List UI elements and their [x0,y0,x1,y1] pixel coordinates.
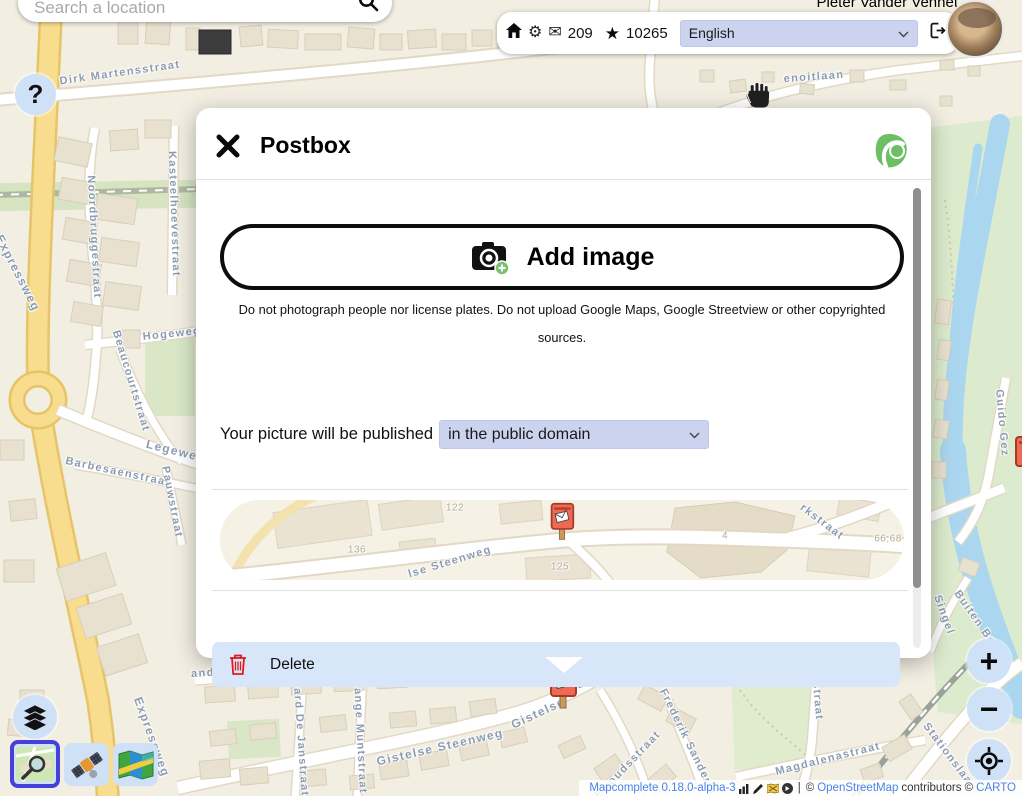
trash-icon [228,653,248,676]
delete-label: Delete [270,656,315,674]
logout-icon[interactable] [928,21,947,45]
divider [212,590,908,591]
help-button[interactable]: ? [15,74,56,115]
attribution-bar: Mapcomplete 0.18.0-alpha-3 | © OpenStree… [579,780,1022,796]
satellite-icon [69,748,105,782]
locate-button[interactable] [967,739,1011,783]
osm-link[interactable]: OpenStreetMap [817,782,898,794]
popup-body: Add image Do not photograph people nor l… [196,180,931,657]
search-icon[interactable] [356,0,380,18]
popup-header: Postbox [196,108,931,180]
stats-icon [739,783,750,794]
license-select[interactable]: in the public domain [439,420,709,449]
street-label: lse Steenweg [407,544,493,580]
postbox-popup: Postbox [196,108,931,658]
layers-icon [21,704,49,730]
zoom-out-button[interactable]: − [967,687,1011,731]
crosshair-icon [974,746,1004,776]
background-choice-satellite[interactable] [64,743,109,786]
chevron-down-icon [898,25,909,41]
pencil-icon [753,783,764,794]
osm-map-icon [15,746,55,782]
location-minimap[interactable]: 122 136 lse Steenweg 125 4 rkstraat 66;68 [220,500,904,580]
mapcomplete-logo-icon [873,132,911,170]
attribution-divider: | [798,782,801,794]
background-layer-icon [767,783,779,794]
image-license-notice: Do not photograph people nor license pla… [226,296,898,352]
avatar[interactable] [946,0,1004,58]
scrollbar-thumb[interactable] [913,188,921,588]
street-label: 125 [551,562,569,573]
license-row: Your picture will be published in the pu… [220,420,709,449]
help-label: ? [28,79,44,110]
postbox-marker-edge[interactable] [1013,436,1022,480]
folded-map-icon [117,749,155,781]
home-icon[interactable] [506,23,522,43]
divider [212,489,908,490]
layers-button[interactable] [13,695,57,739]
app-version-link[interactable]: Mapcomplete 0.18.0-alpha-3 [589,782,735,794]
search-bar [18,0,392,22]
camera-plus-icon [470,238,512,276]
osm-copyright-suffix: contributors © [901,782,973,794]
close-icon[interactable] [215,133,241,159]
postbox-marker-minimap[interactable] [549,502,575,542]
add-image-label: Add image [527,243,655,272]
language-select[interactable]: English [680,20,918,47]
mail-icon[interactable]: ✉ [548,25,561,41]
chevron-down-icon [689,426,700,444]
popup-title: Postbox [260,132,351,159]
messages-count: 209 [568,25,593,42]
street-label: 136 [348,545,366,556]
add-image-button[interactable]: Add image [220,224,904,290]
street-label: 4 [722,531,728,542]
license-label: Your picture will be published [220,425,433,444]
zoom-in-label: + [980,643,999,680]
stars-count: 10265 [626,25,668,42]
popup-pointer [545,657,583,673]
carto-link[interactable]: CARTO [976,782,1016,794]
user-name: Pieter Vander Vennet [817,0,959,11]
app-window: Dirk MartensstraatklaanenoitlaanExpressw… [0,0,1022,796]
scrollbar-track[interactable] [913,188,921,648]
search-input[interactable] [34,0,356,18]
street-label: rkstraat [798,502,846,543]
user-bar: ⚙ ✉ 209 ★ 10265 English [497,12,959,54]
language-selected-value: English [689,25,735,41]
street-label: 122 [446,503,464,514]
street-label: 66;68 [874,534,902,545]
zoom-in-button[interactable]: + [967,639,1011,683]
star-icon: ★ [605,25,620,42]
osm-copyright-prefix: © [806,782,814,794]
hand-cursor [744,80,774,117]
community-icon [782,783,793,794]
zoom-out-label: − [980,691,999,728]
background-choice-osm[interactable] [10,740,60,788]
gear-icon[interactable]: ⚙ [528,25,542,41]
license-selected-value: in the public domain [448,426,590,444]
background-choice-map[interactable] [113,743,158,786]
